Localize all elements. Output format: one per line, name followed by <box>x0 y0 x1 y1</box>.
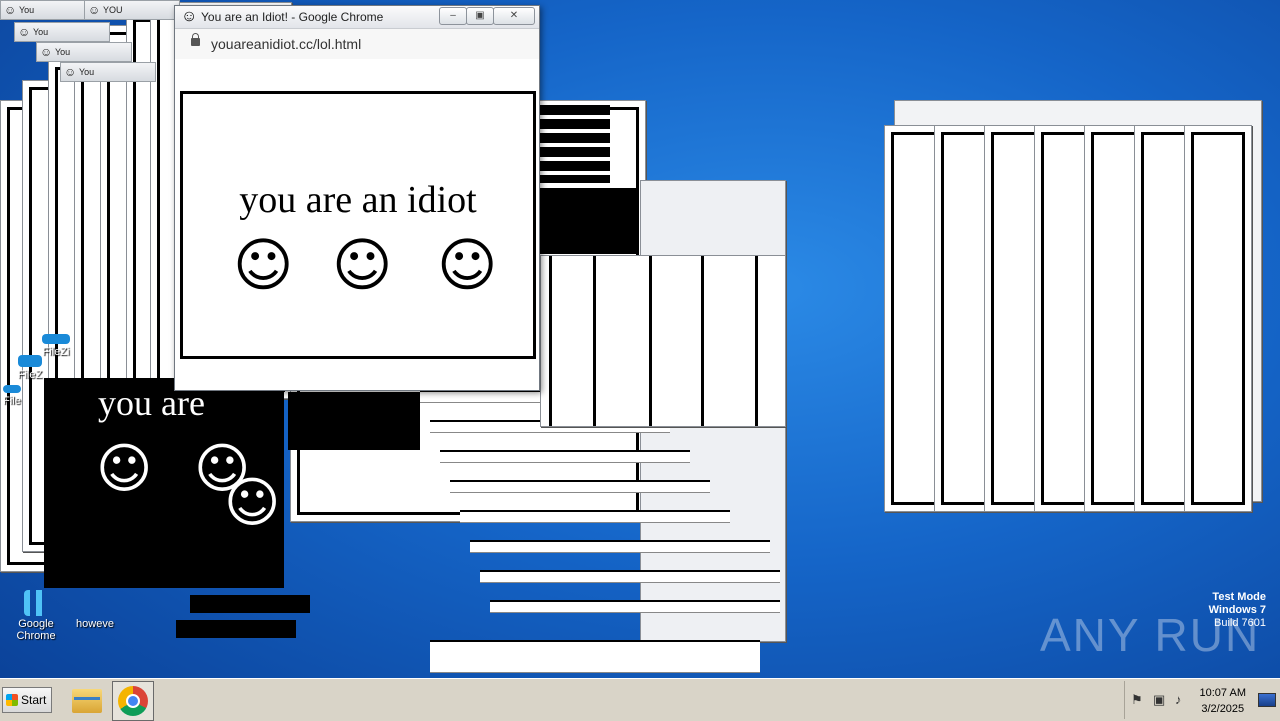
clock[interactable]: 10:07 AM 3/2/2025 <box>1200 685 1246 717</box>
start-button[interactable]: Start <box>2 687 52 713</box>
desktop-icon-filezilla[interactable]: File <box>0 385 24 407</box>
glitch-stripe <box>440 450 690 463</box>
chrome-popup-window[interactable]: ☺ You are an Idiot! - Google Chrome ‒ ▣ … <box>174 5 540 391</box>
system-tray: ⚑ ▣ ♪ 10:07 AM 3/2/2025 <box>1124 681 1280 719</box>
windows-logo-icon <box>6 694 18 706</box>
idiot-frame: you are an idiot ☺ ☺ ☺ <box>180 91 536 359</box>
test-mode-watermark: Test Mode Windows 7 Build 7601 <box>1209 591 1266 630</box>
desktop-icon-label: File <box>3 395 21 407</box>
glitch-block <box>540 105 610 183</box>
window-titlebar[interactable]: ☺ You are an Idiot! - Google Chrome ‒ ▣ … <box>175 6 539 29</box>
smiley-icon: ☺ <box>437 231 498 299</box>
show-desktop-button[interactable] <box>1258 693 1276 707</box>
close-button[interactable]: ✕ <box>493 7 535 25</box>
glitch-bar <box>549 256 552 426</box>
chrome-icon <box>118 686 148 716</box>
glitch-block <box>538 188 638 254</box>
idiot-window-inverted: you are ☺ ☺ ☺ <box>44 378 284 588</box>
glitch-stripe <box>460 510 730 523</box>
window-titlebar-fragment: YOU <box>84 0 180 20</box>
restore-button[interactable]: ▣ <box>466 7 494 25</box>
headline-text: you are an idiot <box>239 179 477 221</box>
taskbar-app-chrome[interactable] <box>112 681 154 721</box>
desktop-icon-label: Google Chrome <box>16 618 56 642</box>
folder-icon <box>72 689 102 713</box>
window-titlebar-fragment: You <box>0 0 96 20</box>
window-titlebar-fragment: You <box>14 22 110 42</box>
smiley-icon: ☺ <box>96 437 153 500</box>
desktop: You You You You YOU <box>0 0 1280 678</box>
glitch-block <box>176 620 296 638</box>
smiley-favicon-icon: ☺ <box>181 8 198 25</box>
desktop-icon-label: FileZ <box>17 369 43 381</box>
window-titlebar-fragment: You <box>36 42 132 62</box>
address-bar[interactable]: youareanidiot.cc/lol.html <box>175 29 539 60</box>
taskbar: Start ⚑ ▣ ♪ 10:07 AM 3/2/2025 <box>0 678 1280 721</box>
filezilla-icon <box>18 355 42 367</box>
filezilla-icon <box>3 385 21 393</box>
desktop-icon-chrome[interactable]: Google Chrome <box>2 590 70 642</box>
document-icon <box>79 590 111 616</box>
url-text[interactable]: youareanidiot.cc/lol.html <box>211 36 361 52</box>
taskbar-app-explorer[interactable] <box>66 681 108 721</box>
clock-time: 10:07 AM <box>1199 687 1246 699</box>
start-label: Start <box>21 693 47 707</box>
glitch-stripe <box>450 480 710 493</box>
desktop-icon-label: howeve <box>76 618 114 630</box>
window-controls: ‒ ▣ ✕ <box>439 7 535 25</box>
glitch-bar <box>755 256 758 426</box>
idiot-window-copy <box>1184 125 1252 512</box>
glitch-stripe <box>480 570 780 583</box>
network-icon[interactable]: ▣ <box>1153 693 1167 707</box>
page-content: you are an idiot ☺ ☺ ☺ <box>175 59 539 390</box>
filezilla-icon <box>42 334 70 344</box>
lock-icon <box>191 33 200 46</box>
glitch-stripe <box>470 540 770 553</box>
chrome-icon <box>24 590 48 616</box>
glitch-block <box>288 392 420 450</box>
desktop-icon-filezilla[interactable]: FileZ <box>12 355 48 381</box>
window-titlebar-fragment: You <box>60 62 156 82</box>
watermark-line: Build 7601 <box>1214 617 1266 629</box>
glitch-bar <box>701 256 704 426</box>
window-title: You are an Idiot! - Google Chrome <box>201 10 384 24</box>
glitch-stripe <box>430 640 760 673</box>
idiot-window-copy <box>540 255 786 427</box>
watermark-line: Windows 7 <box>1208 604 1266 616</box>
glitch-stripe <box>490 600 780 613</box>
glitch-bar <box>593 256 596 426</box>
watermark-line: Test Mode <box>1212 591 1266 603</box>
volume-icon[interactable]: ♪ <box>1175 693 1189 707</box>
action-center-flag-icon[interactable]: ⚑ <box>1131 693 1145 707</box>
minimize-button[interactable]: ‒ <box>439 7 467 25</box>
smiley-icon: ☺ <box>224 471 281 534</box>
glitch-bar <box>649 256 652 426</box>
smiley-icon: ☺ <box>233 231 294 299</box>
clock-date: 3/2/2025 <box>1201 703 1245 715</box>
desktop-icon-document[interactable]: howeve <box>62 590 128 630</box>
smiley-icon: ☺ <box>332 231 393 299</box>
glitch-block <box>190 595 310 613</box>
